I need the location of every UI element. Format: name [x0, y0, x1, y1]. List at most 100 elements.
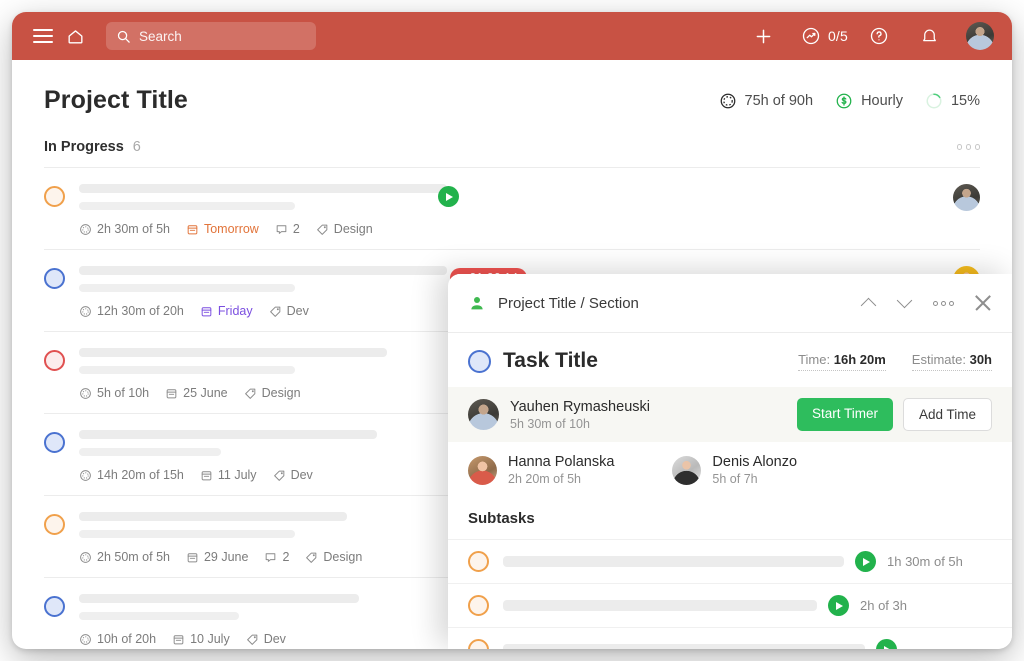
status-circle-icon[interactable]: [44, 268, 65, 289]
task-due-date[interactable]: Tomorrow: [186, 222, 259, 236]
search-icon: [116, 29, 131, 44]
task-time-field[interactable]: Time: 16h 20m: [798, 352, 886, 371]
user-avatar[interactable]: [966, 22, 994, 50]
subtask-title-placeholder: [503, 644, 865, 649]
list-item[interactable]: [448, 627, 1012, 649]
stat-time-logged[interactable]: 75h of 90h: [719, 92, 814, 110]
chevron-up-icon[interactable]: [861, 295, 877, 311]
stat-billing-label: Hourly: [861, 93, 903, 109]
task-title-placeholder: [79, 266, 447, 275]
estimate-value: 30h: [970, 352, 992, 367]
task-subtitle-placeholder: [79, 284, 295, 292]
progress-circle-icon: [79, 223, 92, 236]
section-count: 6: [133, 139, 141, 155]
avatar[interactable]: [672, 456, 701, 485]
task-title-placeholder: [79, 594, 359, 603]
task-due-label: 10 July: [190, 632, 230, 646]
task-title-placeholder: [79, 512, 347, 521]
task-tag-label: Dev: [287, 304, 309, 318]
status-circle-icon[interactable]: [44, 596, 65, 617]
activity-indicator[interactable]: 0/5: [801, 26, 848, 46]
task-due-date[interactable]: Friday: [200, 304, 253, 318]
progress-circle-icon: [719, 92, 737, 110]
task-meta: 12h 30m of 20h Friday Dev: [79, 304, 436, 318]
task-tag[interactable]: Design: [316, 222, 373, 236]
start-timer-icon[interactable]: [828, 595, 849, 616]
tag-icon: [246, 633, 259, 646]
task-comments[interactable]: 2: [275, 222, 300, 236]
close-icon[interactable]: [974, 294, 992, 312]
tag-icon: [305, 551, 318, 564]
status-circle-icon[interactable]: [44, 514, 65, 535]
assignee-info: Denis Alonzo 5h of 7h: [712, 454, 797, 486]
more-dots-icon[interactable]: [933, 301, 954, 306]
task-due-date[interactable]: 10 July: [172, 632, 230, 646]
panel-time-fields: Time: 16h 20m Estimate: 30h: [798, 352, 992, 371]
list-item[interactable]: 1h 30m of 5h: [448, 539, 1012, 583]
status-circle-icon[interactable]: [468, 639, 489, 649]
avatar[interactable]: [953, 184, 980, 211]
start-timer-button[interactable]: Start Timer: [797, 398, 893, 431]
task-time[interactable]: 2h 50m of 5h: [79, 550, 170, 564]
assignee-item[interactable]: Hanna Polanska 2h 20m of 5h: [468, 454, 614, 486]
start-timer-icon[interactable]: [438, 186, 459, 207]
task-comments[interactable]: 2: [264, 550, 289, 564]
task-due-date[interactable]: 25 June: [165, 386, 227, 400]
subtask-time: 2h of 3h: [860, 598, 907, 613]
task-time[interactable]: 12h 30m of 20h: [79, 304, 184, 318]
breadcrumb[interactable]: Project Title / Section: [498, 295, 639, 312]
task-time-label: 5h of 10h: [97, 386, 149, 400]
start-timer-icon[interactable]: [876, 639, 897, 649]
stat-progress-percent[interactable]: 15%: [925, 92, 980, 110]
add-time-button[interactable]: Add Time: [903, 398, 992, 431]
task-time[interactable]: 10h of 20h: [79, 632, 156, 646]
subtask-title-placeholder: [503, 556, 844, 567]
table-row[interactable]: 2h 30m of 5h Tomorrow 2 Design: [44, 168, 980, 250]
add-button[interactable]: [751, 23, 777, 49]
top-navigation-bar: Search 0/5: [12, 12, 1012, 60]
task-tag[interactable]: Dev: [246, 632, 286, 646]
task-time[interactable]: 14h 20m of 15h: [79, 468, 184, 482]
help-button[interactable]: [866, 23, 892, 49]
task-title[interactable]: Task Title: [503, 349, 598, 373]
status-circle-icon[interactable]: [44, 186, 65, 207]
status-circle-icon[interactable]: [468, 551, 489, 572]
app-window: Search 0/5: [12, 12, 1012, 649]
task-tag[interactable]: Design: [244, 386, 301, 400]
home-button[interactable]: [62, 23, 88, 49]
task-tag[interactable]: Dev: [273, 468, 313, 482]
status-circle-icon[interactable]: [468, 350, 491, 373]
notifications-button[interactable]: [916, 23, 942, 49]
avatar[interactable]: [468, 399, 499, 430]
task-due-date[interactable]: 29 June: [186, 550, 248, 564]
task-tag[interactable]: Dev: [269, 304, 309, 318]
list-item[interactable]: 2h of 3h: [448, 583, 1012, 627]
avatar[interactable]: [468, 456, 497, 485]
section-name[interactable]: In Progress: [44, 139, 124, 155]
search-input[interactable]: Search: [106, 22, 316, 50]
hamburger-menu-button[interactable]: [30, 23, 56, 49]
chevron-down-icon[interactable]: [897, 295, 913, 311]
task-time-label: 12h 30m of 20h: [97, 304, 184, 318]
stat-billing-type[interactable]: Hourly: [835, 92, 903, 110]
assignee-name: Denis Alonzo: [712, 454, 797, 470]
assignee-name: Hanna Polanska: [508, 454, 614, 470]
status-circle-icon[interactable]: [44, 350, 65, 371]
status-circle-icon[interactable]: [44, 432, 65, 453]
person-icon: [468, 294, 486, 312]
assignee-actions: Start Timer Add Time: [797, 398, 992, 431]
panel-actions: [861, 294, 992, 312]
task-due-date[interactable]: 11 July: [200, 468, 257, 482]
start-timer-icon[interactable]: [855, 551, 876, 572]
task-estimate-field[interactable]: Estimate: 30h: [912, 352, 992, 371]
section-more-button[interactable]: [957, 144, 981, 150]
percent-circle-icon: [925, 92, 943, 110]
project-header: Project Title 75h of 90h Hourly: [44, 60, 980, 129]
status-circle-icon[interactable]: [468, 595, 489, 616]
task-time[interactable]: 5h of 10h: [79, 386, 149, 400]
task-tag[interactable]: Design: [305, 550, 362, 564]
task-time-label: 2h 50m of 5h: [97, 550, 170, 564]
task-time[interactable]: 2h 30m of 5h: [79, 222, 170, 236]
section-header: In Progress 6: [44, 129, 980, 168]
assignee-item[interactable]: Denis Alonzo 5h of 7h: [672, 454, 797, 486]
